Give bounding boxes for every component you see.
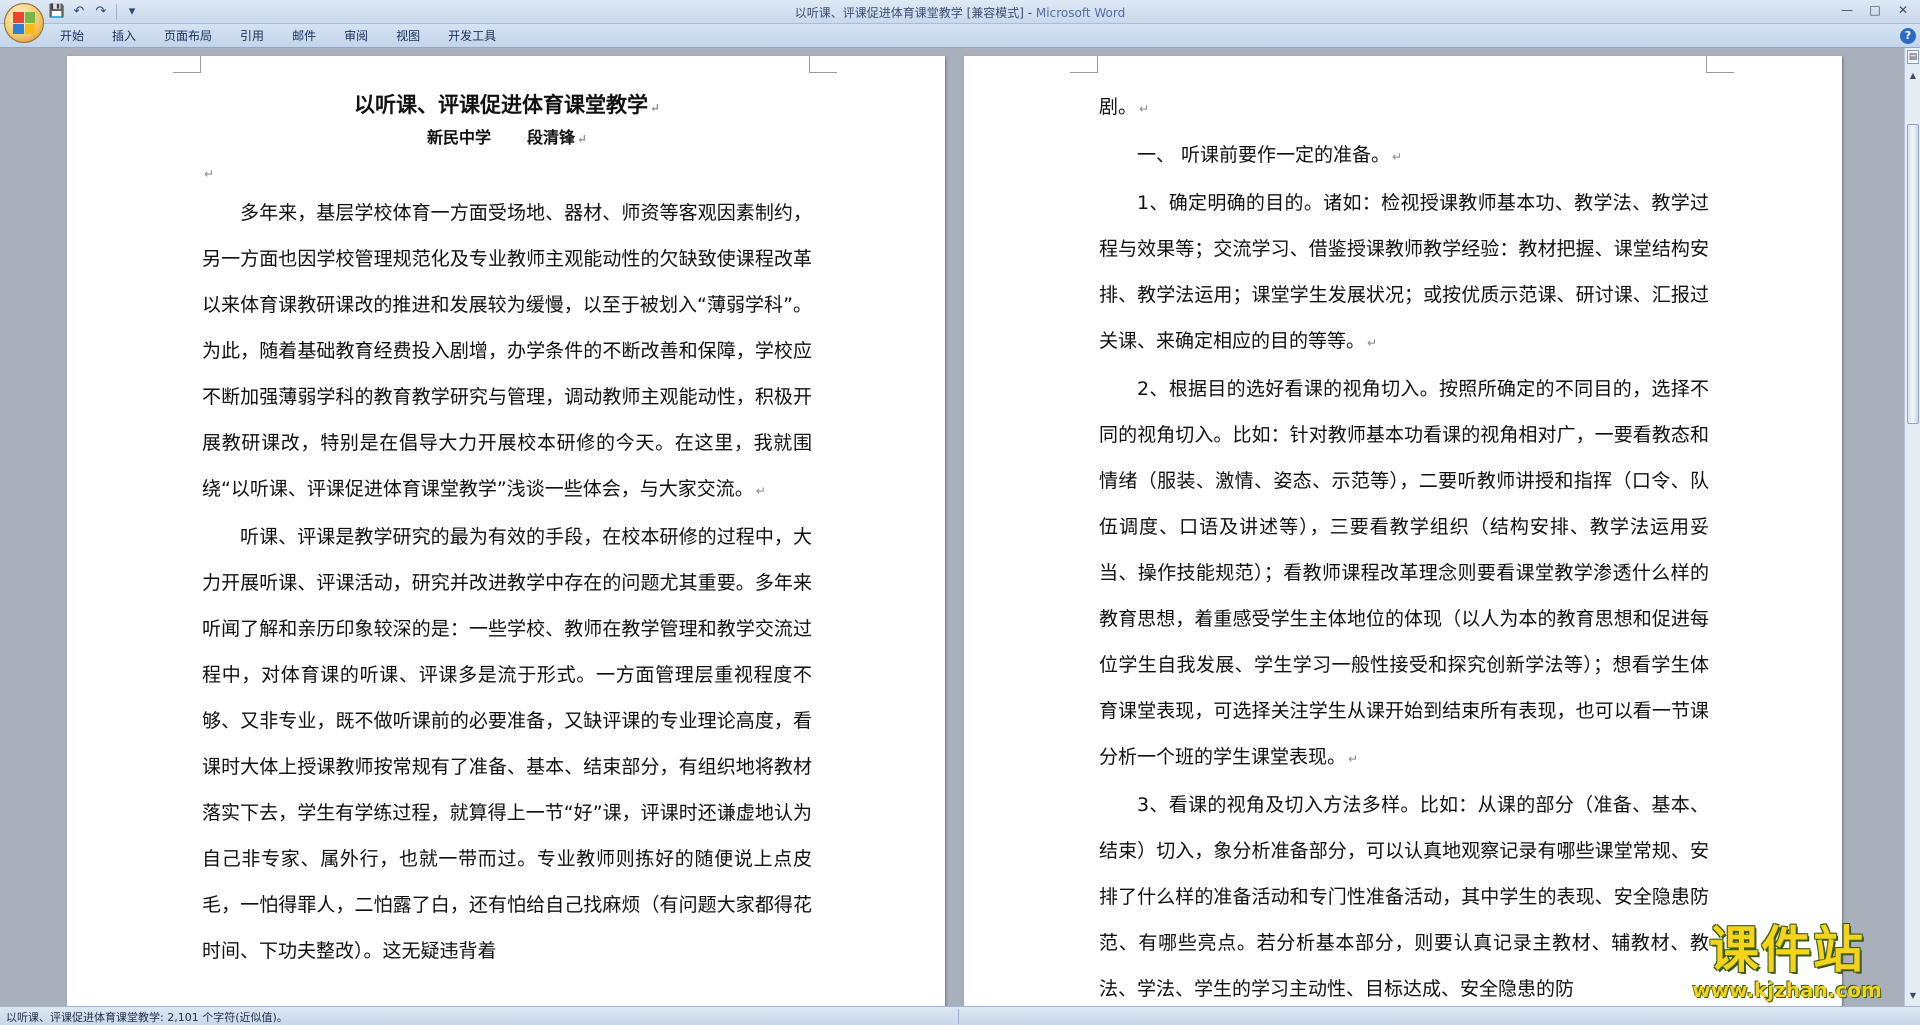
crop-mark-top-right bbox=[1706, 56, 1734, 73]
ribbon-tab-bar: 开始 插入 页面布局 引用 邮件 审阅 视图 开发工具 ? bbox=[0, 24, 1920, 48]
right-paragraphs: 剧。 ↵ 一、 听课前要作一定的准备。 ↵ 1、确定明确的目的。诸如：检视授课教师基本功… bbox=[1099, 84, 1709, 1006]
office-button[interactable] bbox=[4, 3, 44, 43]
word-count-status[interactable]: 以听课、评课促进体育课堂教学: 2,101 个字符(近似值)。 bbox=[6, 1009, 288, 1025]
ribbon-tabs: 开始 插入 页面布局 引用 邮件 审阅 视图 开发工具 bbox=[46, 28, 510, 44]
paragraph-mark: ↵ bbox=[1139, 102, 1150, 116]
ribbon-tab[interactable]: 插入 bbox=[98, 28, 150, 44]
title-bar: 💾 ↶ ↷ ▾ 以听课、评课促进体育课堂教学 [兼容模式] - Microsof… bbox=[0, 0, 1920, 24]
ruler-toggle-icon[interactable]: ▤ bbox=[1907, 50, 1919, 64]
body-paragraph: 剧。 ↵ bbox=[1099, 84, 1709, 132]
window-controls: — □ ✕ bbox=[1834, 2, 1916, 20]
page-right-body[interactable]: 剧。 ↵ 一、 听课前要作一定的准备。 ↵ 1、确定明确的目的。诸如：检视授课教师基本功… bbox=[1099, 84, 1709, 1006]
body-paragraph: 1、确定明确的目的。诸如：检视授课教师基本功、教学法、教学过程与效果等；交流学习… bbox=[1099, 180, 1709, 366]
body-paragraph: 一、 听课前要作一定的准备。 ↵ bbox=[1099, 132, 1709, 180]
crop-mark-top-right bbox=[809, 56, 837, 73]
paragraph-mark: ↵ bbox=[204, 167, 215, 181]
watermark-logo: 课件站 www.kjzhan.com bbox=[1670, 922, 1904, 1006]
vertical-scrollbar[interactable]: ▤ ▲ ▼ bbox=[1904, 48, 1920, 1006]
paragraph-mark: ↵ bbox=[755, 484, 766, 498]
office-logo-icon bbox=[13, 12, 35, 34]
paragraph-text: 听课、评课是教学研究的最为有效的手段，在校本研修的过程中，大力开展听课、评课活动… bbox=[202, 526, 812, 962]
document-name: 以听课、评课促进体育课堂教学 [兼容模式] - bbox=[794, 6, 1036, 20]
paragraph-text: 3、看课的视角及切入方法多样。比如：从课的部分（准备、基本、结束）切入，象分析准… bbox=[1099, 794, 1709, 1000]
logo-red bbox=[13, 12, 24, 23]
paragraph-text: 一、 听课前要作一定的准备。 bbox=[1137, 144, 1391, 166]
status-divider bbox=[958, 1009, 959, 1024]
ribbon-tab[interactable]: 审阅 bbox=[330, 28, 382, 44]
page-left[interactable]: 以听课、评课促进体育课堂教学 ↵ 新民中学 段清锋 ↵ ↵ 多年来，基层学校体育一方面… bbox=[67, 56, 945, 1006]
status-bar: 以听课、评课促进体育课堂教学: 2,101 个字符(近似值)。 bbox=[0, 1006, 1920, 1025]
paragraph-mark: ↵ bbox=[576, 132, 588, 146]
paragraph-text: 多年来，基层学校体育一方面受场地、器材、师资等客观因素制约，另一方面也因学校管理… bbox=[202, 202, 812, 500]
watermark-main-text: 课件站 bbox=[1709, 921, 1865, 979]
page-right[interactable]: 剧。 ↵ 一、 听课前要作一定的准备。 ↵ 1、确定明确的目的。诸如：检视授课教师基本功… bbox=[964, 56, 1842, 1006]
body-paragraph: 3、看课的视角及切入方法多样。比如：从课的部分（准备、基本、结束）切入，象分析准… bbox=[1099, 782, 1709, 1006]
school-name: 新民中学 bbox=[426, 128, 491, 147]
paragraph-mark: ↵ bbox=[1392, 150, 1403, 164]
logo-blue bbox=[13, 23, 24, 34]
author-name: 段清锋 bbox=[526, 128, 575, 147]
minimize-button[interactable]: — bbox=[1834, 2, 1860, 20]
logo-yellow bbox=[24, 23, 35, 34]
paragraph-text: 剧。 bbox=[1099, 96, 1138, 118]
empty-paragraph: ↵ bbox=[202, 154, 812, 190]
left-paragraphs: 多年来，基层学校体育一方面受场地、器材、师资等客观因素制约，另一方面也因学校管理… bbox=[202, 190, 812, 974]
ribbon-tab[interactable]: 邮件 bbox=[278, 28, 330, 44]
maximize-button[interactable]: □ bbox=[1862, 2, 1888, 20]
paragraph-text: 1、确定明确的目的。诸如：检视授课教师基本功、教学法、教学过程与效果等；交流学习… bbox=[1099, 192, 1709, 352]
crop-mark-top-left bbox=[1070, 56, 1098, 73]
scroll-up-icon[interactable]: ▲ bbox=[1906, 68, 1920, 84]
paragraph-mark: ↵ bbox=[1367, 336, 1378, 350]
crop-mark-top-left bbox=[173, 56, 201, 73]
scroll-thumb[interactable] bbox=[1907, 124, 1919, 424]
ribbon-tab[interactable]: 视图 bbox=[382, 28, 434, 44]
document-title: 以听课、评课促进体育课堂教学 ↵ bbox=[202, 90, 812, 123]
paragraph-mark: ↵ bbox=[1348, 752, 1359, 766]
document-title-text: 以听课、评课促进体育课堂教学 bbox=[353, 92, 648, 117]
ribbon-tab[interactable]: 引用 bbox=[226, 28, 278, 44]
help-icon[interactable]: ? bbox=[1900, 28, 1916, 44]
document-area[interactable]: 以听课、评课促进体育课堂教学 ↵ 新民中学 段清锋 ↵ ↵ 多年来，基层学校体育一方面… bbox=[0, 48, 1904, 1006]
ribbon-tab[interactable]: 开发工具 bbox=[434, 28, 510, 44]
window-title: 以听课、评课促进体育课堂教学 [兼容模式] - Microsoft Word bbox=[0, 4, 1920, 21]
paragraph-text: 2、根据目的选好看课的视角切入。按照所确定的不同目的，选择不同的视角切入。比如：… bbox=[1099, 378, 1709, 768]
page-left-body[interactable]: 以听课、评课促进体育课堂教学 ↵ 新民中学 段清锋 ↵ ↵ 多年来，基层学校体育一方面… bbox=[202, 74, 812, 974]
body-paragraph: 听课、评课是教学研究的最为有效的手段，在校本研修的过程中，大力开展听课、评课活动… bbox=[202, 514, 812, 974]
app-name: Microsoft Word bbox=[1035, 6, 1126, 20]
watermark-url: www.kjzhan.com bbox=[1692, 978, 1882, 1002]
document-author-line: 新民中学 段清锋 ↵ bbox=[202, 123, 812, 154]
body-paragraph: 2、根据目的选好看课的视角切入。按照所确定的不同目的，选择不同的视角切入。比如：… bbox=[1099, 366, 1709, 782]
logo-green bbox=[24, 12, 35, 23]
scroll-down-icon[interactable]: ▼ bbox=[1906, 988, 1920, 1004]
ribbon-tab[interactable]: 页面布局 bbox=[150, 28, 226, 44]
close-button[interactable]: ✕ bbox=[1890, 2, 1916, 20]
body-paragraph: 多年来，基层学校体育一方面受场地、器材、师资等客观因素制约，另一方面也因学校管理… bbox=[202, 190, 812, 514]
ribbon-tab[interactable]: 开始 bbox=[46, 28, 98, 44]
paragraph-mark: ↵ bbox=[649, 101, 661, 115]
